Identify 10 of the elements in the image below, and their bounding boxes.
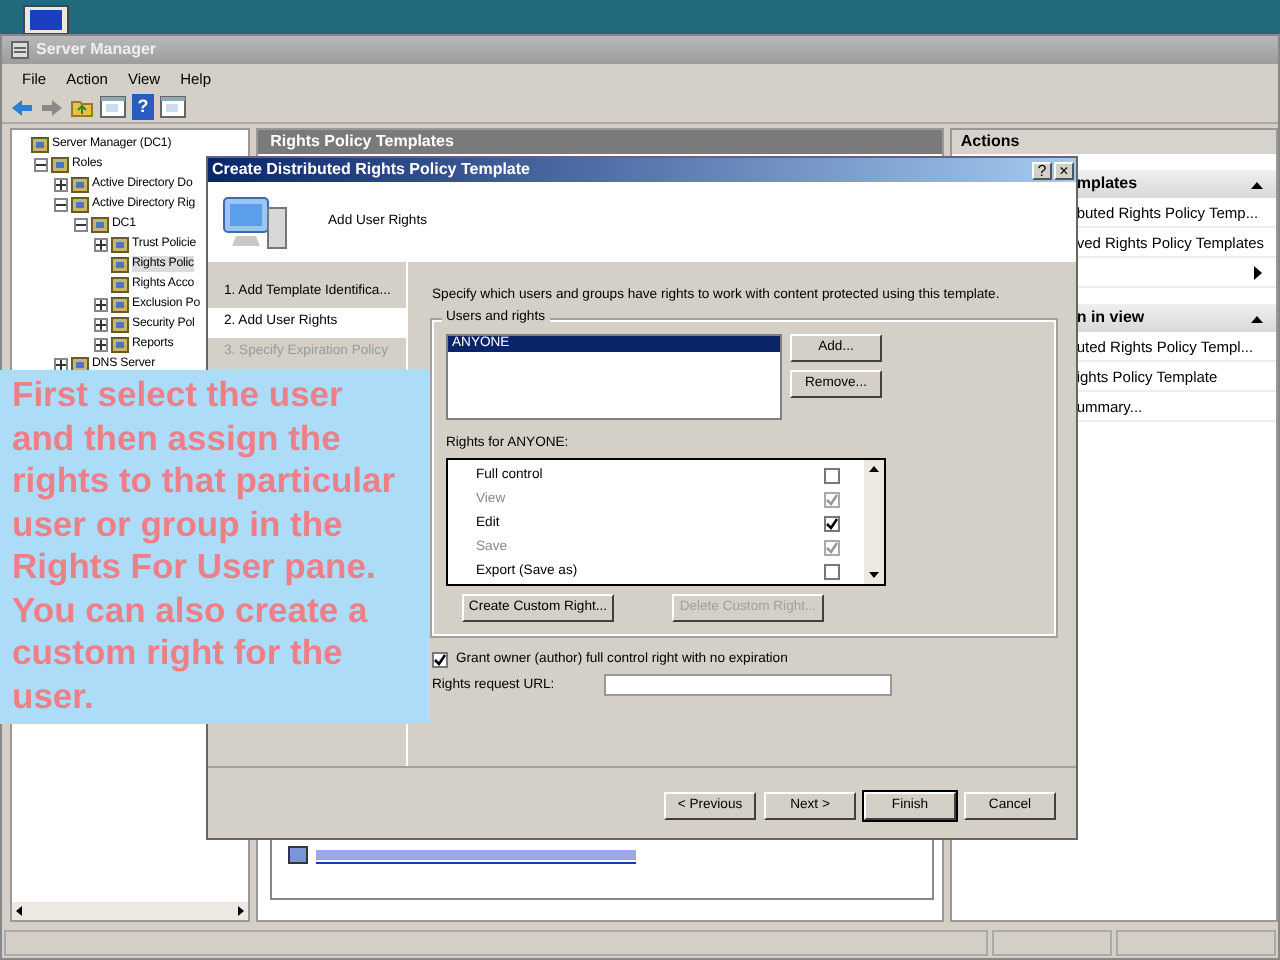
section-title: mplates xyxy=(1076,174,1138,194)
help-button[interactable]: ? xyxy=(132,94,154,120)
window-title: Server Manager xyxy=(36,40,157,60)
section-title: n in view xyxy=(1076,308,1145,328)
callout-text: First select the user and then assign the rights to that particular user or group in the Rights For User pane. You can also create a custom right for the user. xyxy=(0,370,430,724)
close-button[interactable]: × xyxy=(1054,161,1074,179)
pane-header: Actions xyxy=(952,130,1276,154)
pane-header: Rights Policy Templates xyxy=(258,130,943,154)
dialog-title: Create Distributed Rights Policy Template xyxy=(212,160,530,180)
help-button[interactable]: ? xyxy=(1032,161,1052,179)
